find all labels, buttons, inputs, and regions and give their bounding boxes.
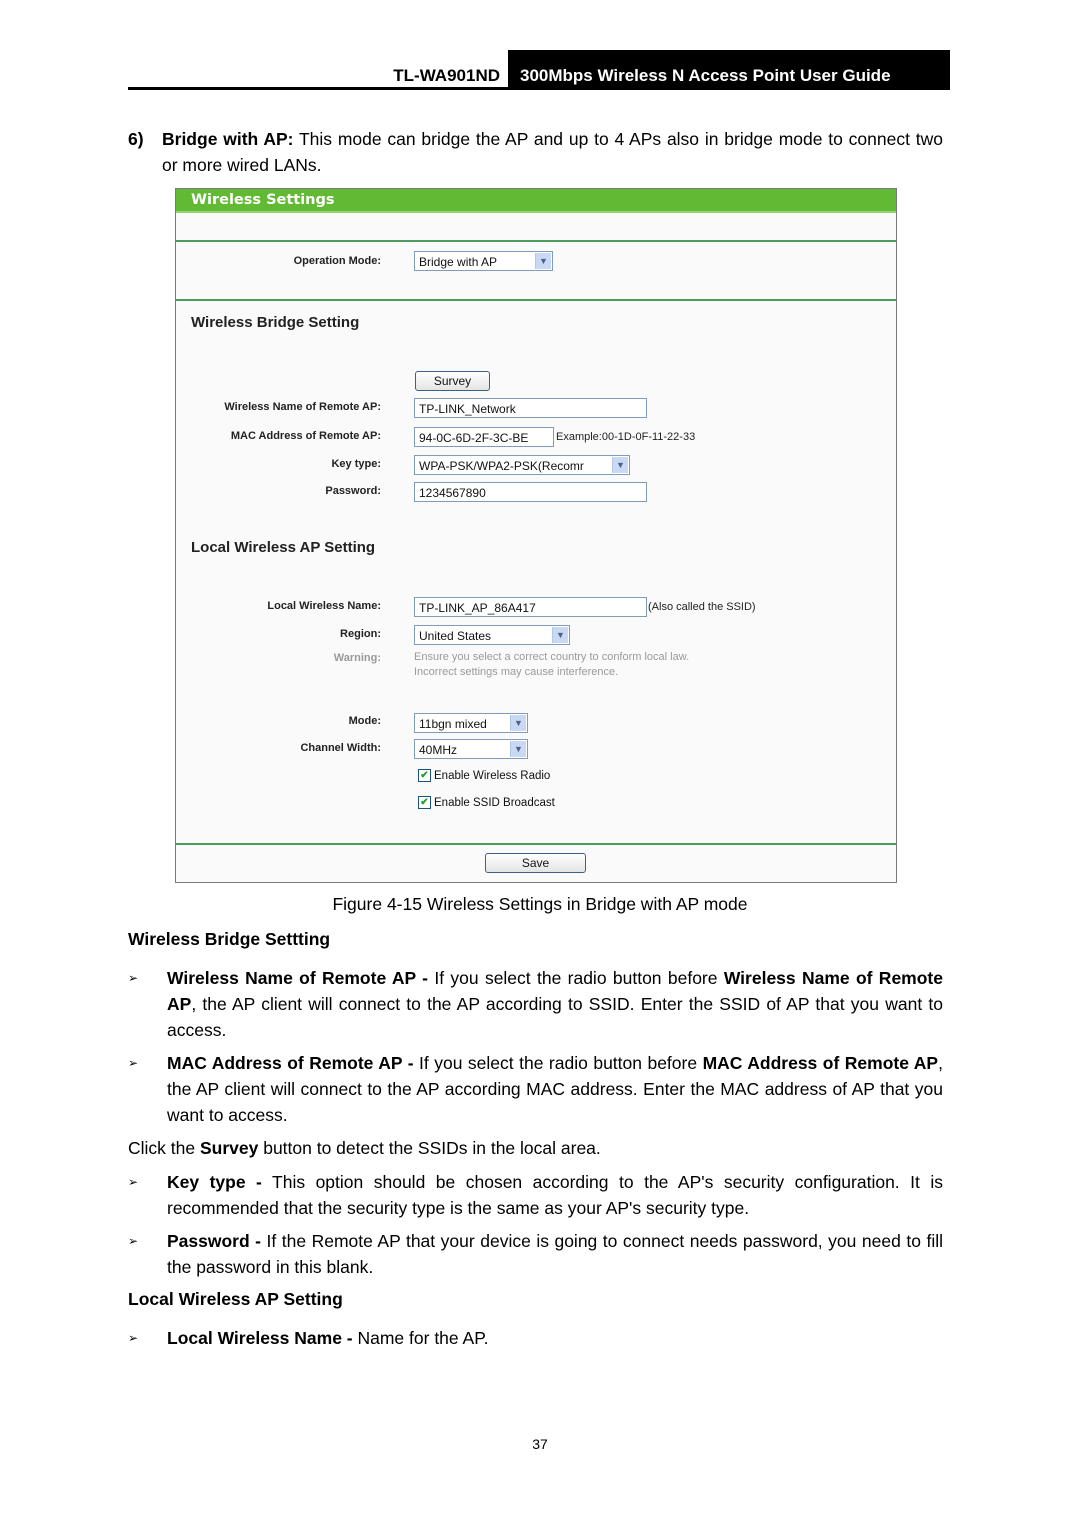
chevron-down-icon: ▼ [535,253,551,269]
local-section-title: Local Wireless AP Setting [191,539,376,556]
text: , the AP client will connect to the AP a… [167,994,943,1040]
header-model: TL-WA901ND [393,66,500,85]
enable-ssid-broadcast-label: Enable SSID Broadcast [434,797,555,809]
header-title: 300Mbps Wireless N Access Point User Gui… [508,50,950,90]
term: MAC Address of Remote AP - [167,1053,414,1073]
mode-value: 11bgn mixed [419,717,487,731]
page-number: 37 [532,1436,548,1452]
bullet-arrow-icon: ➢ [128,1175,139,1189]
remote-mac-input[interactable]: 94-0C-6D-2F-3C-BE [414,427,554,447]
term: Survey [199,1138,259,1158]
mac-example-hint: Example:00-1D-0F-11-22-33 [556,431,696,443]
divider [176,843,896,845]
text: button to detect the SSIDs in the local … [258,1138,601,1158]
divider [176,299,896,301]
mode-label: Mode: [348,715,381,727]
local-heading: Local Wireless AP Setting [128,1289,343,1309]
mode-select[interactable]: 11bgn mixed ▼ [414,713,528,733]
term: Local Wireless Name - [167,1328,353,1348]
term: Wireless Name of Remote AP - [167,968,429,988]
warning-line-2: Incorrect settings may cause interferenc… [414,666,619,678]
operation-mode-select[interactable]: Bridge with AP ▼ [414,251,553,271]
survey-paragraph: Click the Survey button to detect the SS… [128,1135,943,1161]
divider [176,240,896,242]
text: If you select the radio button before [413,1053,703,1073]
operation-mode-label: Operation Mode: [293,255,381,267]
save-button[interactable]: Save [485,853,586,873]
password-input[interactable]: 1234567890 [414,482,647,502]
term: Key type - [167,1172,262,1192]
term: MAC Address of Remote AP [702,1053,939,1073]
intro-item: 6) Bridge with AP: This mode can bridge … [128,126,943,178]
operation-mode-value: Bridge with AP [419,255,498,269]
bullet-password: ➢ Password - If the Remote AP that your … [128,1228,943,1280]
term: Password - [167,1231,262,1251]
remote-mac-label: MAC Address of Remote AP: [230,430,381,442]
remote-name-input[interactable]: TP-LINK_Network [414,398,647,418]
bullet-arrow-icon: ➢ [128,1234,139,1248]
password-label: Password: [325,485,381,497]
warning-text: Ensure you select a correct country to c… [414,650,689,680]
bullet-remote-mac: ➢ MAC Address of Remote AP - If you sele… [128,1050,943,1128]
survey-button[interactable]: Survey [415,371,490,391]
text: Click the [128,1138,200,1158]
local-name-input[interactable]: TP-LINK_AP_86A417 [414,597,647,617]
text: If you select the radio button before [428,968,724,988]
channel-width-value: 40MHz [419,743,458,757]
key-type-select[interactable]: WPA-PSK/WPA2-PSK(Recomr ▼ [414,455,630,475]
key-type-label: Key type: [331,458,381,470]
bullet-arrow-icon: ➢ [128,1331,139,1345]
bullet-key-type: ➢ Key type - This option should be chose… [128,1169,943,1221]
local-name-label: Local Wireless Name: [267,600,381,612]
bridge-section-title: Wireless Bridge Setting [191,314,360,331]
enable-wireless-radio-label: Enable Wireless Radio [434,770,551,782]
chevron-down-icon: ▼ [612,457,628,473]
warning-line-1: Ensure you select a correct country to c… [414,651,690,663]
bullet-arrow-icon: ➢ [128,971,139,985]
panel-title: Wireless Settings [176,189,896,213]
chevron-down-icon: ▼ [510,741,526,757]
remote-name-label: Wireless Name of Remote AP: [224,401,381,413]
enable-ssid-broadcast-checkbox[interactable]: ✔ Enable SSID Broadcast [418,796,555,810]
region-select[interactable]: United States ▼ [414,625,570,645]
figure-caption: Figure 4-15 Wireless Settings in Bridge … [332,894,748,914]
text: This option should be chosen according t… [167,1172,943,1218]
channel-width-select[interactable]: 40MHz ▼ [414,739,528,759]
text: If the Remote AP that your device is goi… [167,1231,943,1277]
bullet-arrow-icon: ➢ [128,1056,139,1070]
header-rule [128,87,950,90]
chevron-down-icon: ▼ [510,715,526,731]
bridge-heading: Wireless Bridge Settting [128,929,331,949]
intro-bold: Bridge with AP: [162,129,294,149]
key-type-value: WPA-PSK/WPA2-PSK(Recomr [419,459,584,473]
warning-label: Warning: [333,652,381,664]
channel-width-label: Channel Width: [300,742,381,754]
checkmark-icon[interactable]: ✔ [418,796,431,810]
region-value: United States [419,629,492,643]
ssid-hint: (Also called the SSID) [648,601,756,613]
chevron-down-icon: ▼ [552,627,568,643]
checkmark-icon[interactable]: ✔ [418,769,431,783]
enable-wireless-radio-checkbox[interactable]: ✔ Enable Wireless Radio [418,769,550,783]
region-label: Region: [340,628,381,640]
intro-number: 6) [128,129,144,149]
wireless-settings-panel: Wireless Settings Operation Mode: Bridge… [175,188,897,883]
bullet-remote-name: ➢ Wireless Name of Remote AP - If you se… [128,965,943,1043]
bullet-local-name: ➢ Local Wireless Name - Name for the AP. [128,1325,943,1351]
text: Name for the AP. [352,1328,489,1348]
page-header: TL-WA901ND 300Mbps Wireless N Access Poi… [128,50,950,90]
